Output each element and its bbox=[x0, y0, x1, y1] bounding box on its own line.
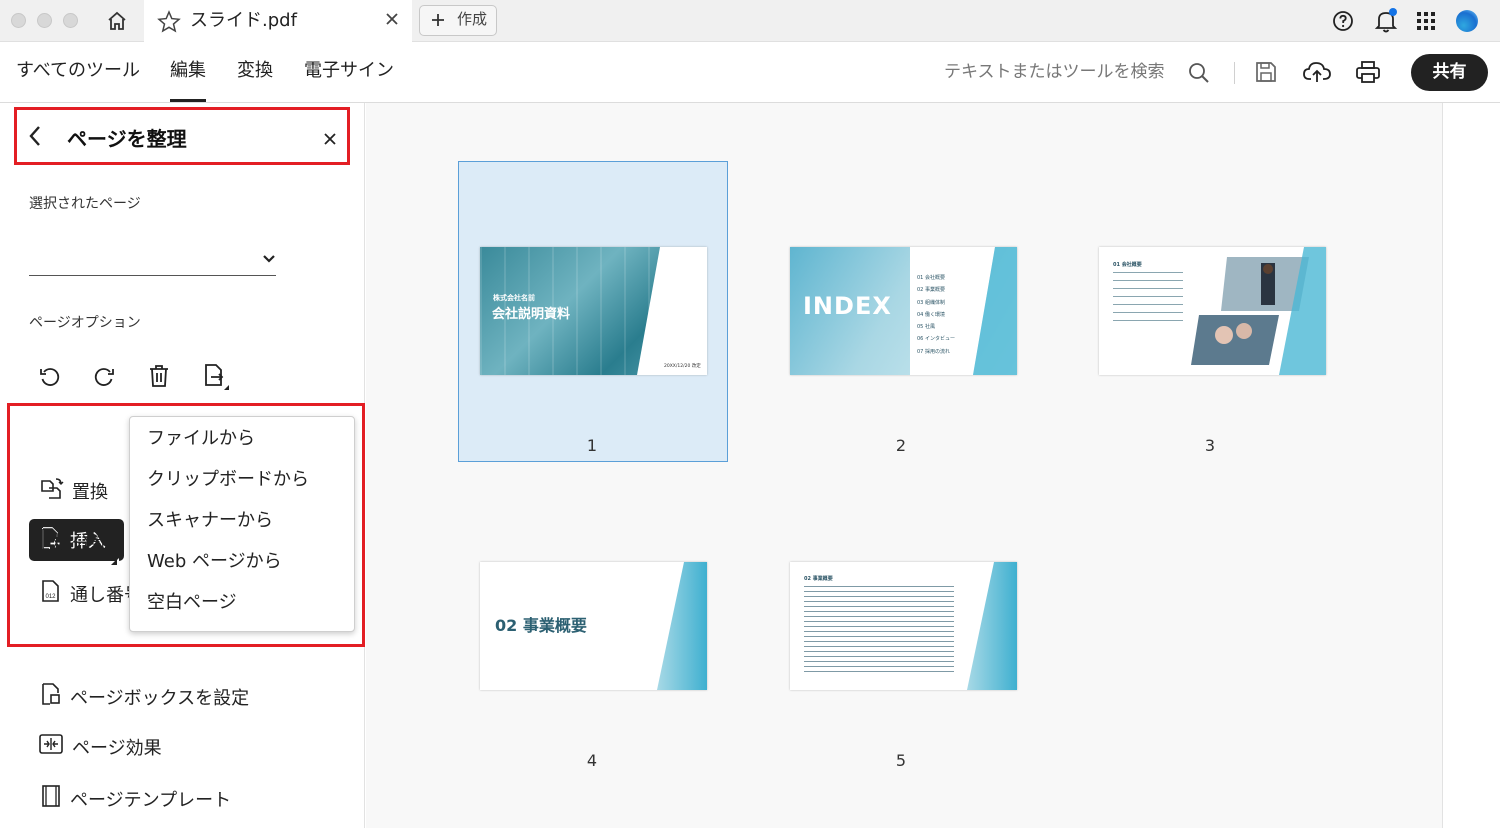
insert-from-scanner[interactable]: スキャナーから bbox=[147, 506, 273, 532]
search-input[interactable]: テキストまたはツールを検索 bbox=[944, 57, 1165, 82]
page-effect-icon bbox=[38, 733, 64, 760]
tab-bar: スライド.pdf 作成 bbox=[0, 0, 1500, 42]
split-scissors-icon bbox=[40, 527, 64, 558]
search-icon[interactable] bbox=[1188, 62, 1210, 88]
index-title: INDEX bbox=[803, 292, 892, 320]
window-minimize-dot[interactable] bbox=[37, 13, 52, 28]
page-number-icon: 012 bbox=[40, 579, 62, 608]
page-thumbnail-1[interactable]: 株式会社名前 会社説明資料 20XX/12/20 改定 bbox=[480, 247, 707, 375]
window-close-dot[interactable] bbox=[11, 13, 26, 28]
index-item: 06 インタビュー bbox=[917, 336, 955, 343]
share-button[interactable]: 共有 bbox=[1411, 54, 1488, 91]
active-menu-underline bbox=[170, 99, 206, 102]
index-item: 02 事業概要 bbox=[917, 287, 945, 294]
back-chevron-icon[interactable] bbox=[28, 125, 42, 151]
page-effect-label: ページ効果 bbox=[72, 737, 162, 759]
submenu-corner-icon bbox=[111, 549, 117, 570]
page-template-option[interactable]: ページテンプレート bbox=[40, 784, 231, 813]
menu-edit[interactable]: 編集 bbox=[170, 56, 206, 82]
page-number-2: 2 bbox=[895, 436, 907, 455]
split-label: 分割 bbox=[72, 533, 108, 555]
window-zoom-dot[interactable] bbox=[63, 13, 78, 28]
slide-photos bbox=[1191, 247, 1326, 375]
index-item: 04 働く環境 bbox=[917, 311, 945, 318]
apps-grid-icon[interactable] bbox=[1417, 12, 1435, 34]
create-tab-label: 作成 bbox=[457, 10, 488, 28]
svg-text:012: 012 bbox=[46, 594, 57, 600]
selected-pages-label: 選択されたページ bbox=[29, 196, 141, 212]
insert-from-clipboard[interactable]: クリップボードから bbox=[147, 465, 309, 491]
page-thumbnail-3[interactable]: 01 会社概要 bbox=[1099, 247, 1326, 375]
menu-e-sign[interactable]: 電子サイン bbox=[304, 56, 394, 82]
bell-icon[interactable] bbox=[1374, 8, 1398, 38]
numbering-option[interactable]: 012 通し番号 bbox=[40, 579, 142, 608]
insert-blank-page[interactable]: 空白ページ bbox=[147, 588, 237, 614]
slide-accent-wedge bbox=[967, 562, 1017, 690]
toolbar-divider bbox=[1234, 62, 1235, 84]
slide-date: 20XX/12/20 改定 bbox=[664, 364, 701, 369]
page-thumbnail-2[interactable]: INDEX 01 会社概要 02 事業概要 03 組織体制 04 働く環境 05… bbox=[790, 247, 1017, 375]
page-effect-option[interactable]: ページ効果 bbox=[38, 733, 162, 760]
slide-company-name: 株式会社名前 bbox=[493, 294, 535, 302]
index-item: 01 会社概要 bbox=[917, 275, 945, 281]
menu-convert[interactable]: 変換 bbox=[237, 56, 273, 82]
selected-pages-dropdown[interactable] bbox=[29, 238, 276, 276]
page-number-5: 5 bbox=[895, 751, 907, 770]
page-options-label: ページオプション bbox=[29, 315, 141, 331]
insert-from-file[interactable]: ファイルから bbox=[147, 424, 255, 450]
page-thumbnail-5[interactable]: 02 事業概要 bbox=[790, 562, 1017, 690]
page-number-4: 4 bbox=[586, 751, 598, 770]
close-tab-icon[interactable] bbox=[384, 11, 400, 31]
avatar[interactable] bbox=[1456, 10, 1478, 32]
trash-icon[interactable] bbox=[147, 363, 171, 393]
star-icon[interactable] bbox=[157, 10, 181, 38]
replace-option[interactable]: 置換 bbox=[40, 476, 108, 505]
index-item: 05 社風 bbox=[917, 324, 935, 331]
page-template-label: ページテンプレート bbox=[70, 789, 232, 811]
menu-bar: すべてのツール 編集 変換 電子サイン テキストまたはツールを検索 共有 bbox=[0, 42, 1500, 103]
help-icon[interactable] bbox=[1332, 10, 1354, 36]
print-icon[interactable] bbox=[1355, 60, 1381, 88]
slide-title: 会社説明資料 bbox=[492, 307, 571, 322]
page-box-icon bbox=[40, 682, 62, 711]
index-item: 07 採用の流れ bbox=[917, 348, 950, 355]
rotate-right-icon[interactable] bbox=[92, 365, 116, 393]
panel-title: ページを整理 bbox=[67, 127, 187, 151]
save-icon[interactable] bbox=[1255, 61, 1277, 87]
close-panel-icon[interactable] bbox=[324, 130, 336, 149]
create-tab-button[interactable]: 作成 bbox=[419, 5, 497, 36]
page-number-3: 3 bbox=[1204, 436, 1216, 455]
page-box-label: ページボックスを設定 bbox=[70, 687, 250, 709]
page-box-option[interactable]: ページボックスを設定 bbox=[40, 682, 249, 711]
page-number-1: 1 bbox=[586, 436, 598, 455]
page-template-icon bbox=[40, 784, 62, 813]
index-item: 03 組織体制 bbox=[917, 299, 945, 306]
split-option[interactable]: 分割 bbox=[40, 527, 117, 565]
index-list: 01 会社概要 02 事業概要 03 組織体制 04 働く環境 05 社風 06… bbox=[917, 272, 955, 358]
page-thumbnail-4[interactable]: 02 事業概要 bbox=[480, 562, 707, 690]
rotate-left-icon[interactable] bbox=[38, 365, 62, 393]
home-icon[interactable] bbox=[106, 10, 128, 36]
plus-icon bbox=[430, 12, 446, 32]
replace-label: 置換 bbox=[72, 481, 108, 503]
chevron-down-icon bbox=[262, 249, 276, 268]
insert-menu: ファイルから クリップボードから スキャナーから Web ページから 空白ページ bbox=[129, 416, 355, 632]
section-title: 02 事業概要 bbox=[495, 616, 587, 635]
extract-page-icon[interactable] bbox=[202, 363, 230, 395]
insert-from-web-page[interactable]: Web ページから bbox=[147, 547, 282, 573]
cloud-upload-icon[interactable] bbox=[1303, 60, 1331, 88]
menu-all-tools[interactable]: すべてのツール bbox=[16, 56, 140, 82]
replace-page-icon bbox=[40, 476, 64, 505]
right-side-rail bbox=[1442, 103, 1500, 828]
tab-title: スライド.pdf bbox=[190, 10, 297, 31]
document-tab[interactable]: スライド.pdf bbox=[144, 0, 412, 42]
